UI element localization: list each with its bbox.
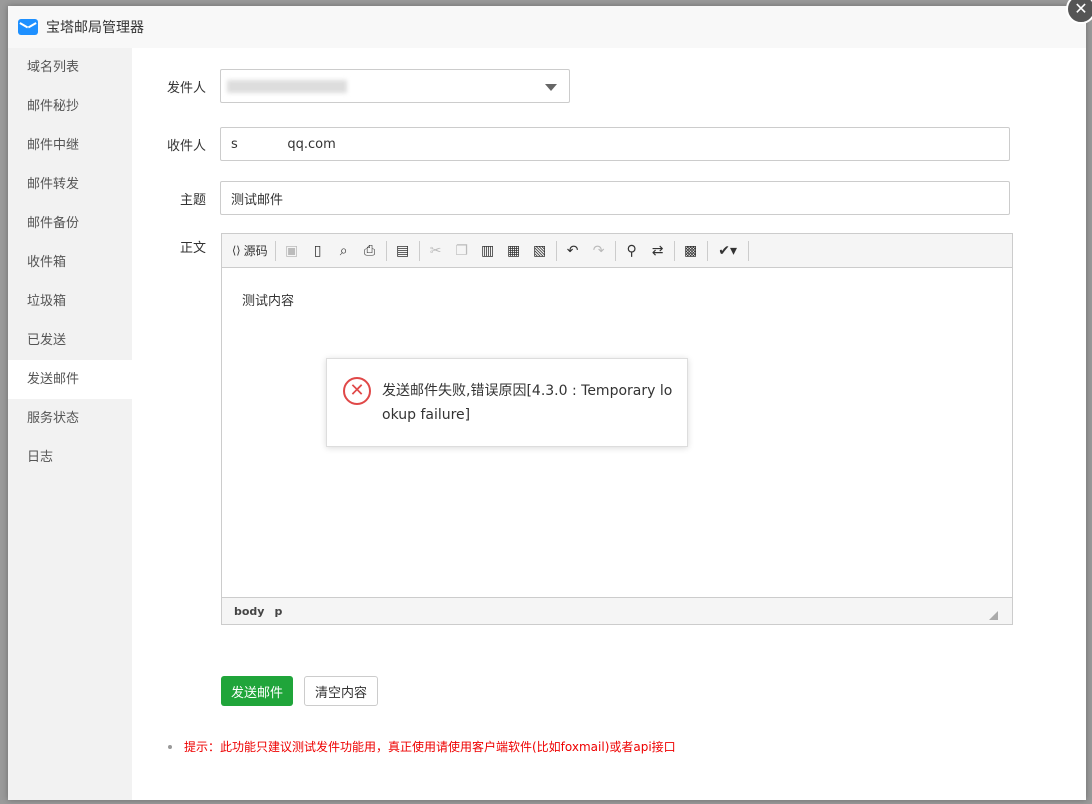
sidebar-item-junk[interactable]: 垃圾箱	[8, 282, 132, 321]
dialog-titlebar: 宝塔邮局管理器	[8, 6, 1086, 49]
recipient-value: s qq.com	[231, 136, 336, 152]
bullet-icon	[168, 744, 172, 749]
sidebar-item-service-status[interactable]: 服务状态	[8, 399, 132, 438]
undo-icon[interactable]: ↶	[560, 239, 586, 263]
hint-text: 提示：此功能只建议测试发件功能用，真正使用请使用客户端软件(比如foxmail)…	[168, 738, 676, 755]
subject-row: 主题 测试邮件	[132, 181, 1010, 215]
toolbar-divider	[747, 240, 749, 261]
path-body[interactable]: body	[234, 605, 264, 618]
sidebar-item-mail-backup[interactable]: 邮件备份	[8, 204, 132, 243]
sidebar-item-domain-list[interactable]: 域名列表	[8, 48, 132, 87]
save-icon[interactable]: ▣	[279, 239, 305, 263]
subject-value: 测试邮件	[231, 192, 284, 208]
body-label-row: 正文	[132, 237, 220, 256]
paste-icon[interactable]: ▥	[475, 239, 501, 263]
source-code-icon: ⟨⟩	[232, 244, 241, 257]
error-icon: ✕	[343, 377, 371, 405]
sidebar-item-mail-relay[interactable]: 邮件中继	[8, 126, 132, 165]
subject-input[interactable]: 测试邮件	[220, 181, 1010, 215]
redo-icon[interactable]: ↷	[586, 239, 612, 263]
send-mail-button[interactable]: 发送邮件	[221, 676, 294, 706]
sidebar-item-send-mail[interactable]: 发送邮件	[8, 360, 132, 399]
spellcheck-icon[interactable]: ✔▾	[711, 239, 745, 263]
find-icon[interactable]: ⚲	[619, 239, 645, 263]
hint-message: 提示：此功能只建议测试发件功能用，真正使用请使用客户端软件(比如foxmail)…	[184, 740, 676, 754]
toolbar-divider	[614, 240, 616, 261]
sender-row: 发件人	[132, 69, 570, 103]
toolbar-divider	[555, 240, 557, 261]
editor-toolbar: ⟨⟩ 源码 ▣ ▯ ⌕ ⎙ ▤ ✂ ❐ ▥ ▦ ▧ ↶ ↷ ⚲ ⇄ ▩ ✔▾	[222, 234, 1012, 268]
replace-icon[interactable]: ⇄	[645, 239, 671, 263]
source-button-label: 源码	[243, 244, 268, 258]
error-message-dialog: ✕ 发送邮件失败,错误原因[4.3.0 : Temporary lookup f…	[326, 358, 688, 447]
sender-select[interactable]	[220, 69, 570, 103]
toolbar-divider	[706, 240, 708, 261]
body-label: 正文	[179, 241, 206, 256]
cut-icon[interactable]: ✂	[423, 239, 449, 263]
close-icon: ✕	[1074, 0, 1088, 18]
recipient-label: 收件人	[166, 138, 206, 154]
toolbar-divider	[673, 240, 675, 261]
paste-text-icon[interactable]: ▦	[501, 239, 527, 263]
sidebar-item-mail-bcc[interactable]: 邮件秘抄	[8, 87, 132, 126]
select-all-icon[interactable]: ▩	[678, 239, 704, 263]
editor-path-bar: body p	[222, 597, 1012, 624]
template-icon[interactable]: ▤	[390, 239, 416, 263]
mail-manager-dialog: 宝塔邮局管理器 ✕ 域名列表 邮件秘抄 邮件中继 邮件转发 邮件备份 收件箱 垃…	[8, 0, 1092, 800]
sidebar-item-sent[interactable]: 已发送	[8, 321, 132, 360]
toolbar-divider	[274, 240, 276, 261]
editor-content: 测试内容	[242, 294, 295, 309]
sidebar-item-inbox[interactable]: 收件箱	[8, 243, 132, 282]
paste-word-icon[interactable]: ▧	[527, 239, 553, 263]
recipient-row: 收件人 s qq.com	[132, 127, 1010, 161]
subject-label: 主题	[179, 192, 206, 208]
sender-label: 发件人	[166, 80, 206, 96]
chevron-down-icon	[545, 84, 557, 91]
dialog-title: 宝塔邮局管理器	[46, 20, 144, 36]
sidebar-item-logs[interactable]: 日志	[8, 438, 132, 477]
resize-handle[interactable]	[989, 611, 998, 620]
mail-icon	[18, 19, 38, 35]
redacted-sender	[227, 80, 347, 93]
error-message: 发送邮件失败,错误原因[4.3.0 : Temporary lookup fai…	[382, 383, 673, 423]
source-button[interactable]: ⟨⟩ 源码	[228, 242, 272, 259]
sidebar-item-mail-forward[interactable]: 邮件转发	[8, 165, 132, 204]
toolbar-divider	[385, 240, 387, 261]
toolbar-divider	[418, 240, 420, 261]
preview-icon[interactable]: ⌕	[331, 239, 357, 263]
path-p[interactable]: p	[274, 605, 282, 618]
sidebar: 域名列表 邮件秘抄 邮件中继 邮件转发 邮件备份 收件箱 垃圾箱 已发送 发送邮…	[8, 48, 132, 800]
recipient-input[interactable]: s qq.com	[220, 127, 1010, 161]
copy-icon[interactable]: ❐	[449, 239, 475, 263]
print-icon[interactable]: ⎙	[357, 239, 383, 263]
clear-content-button[interactable]: 清空内容	[304, 676, 379, 706]
new-page-icon[interactable]: ▯	[305, 239, 331, 263]
